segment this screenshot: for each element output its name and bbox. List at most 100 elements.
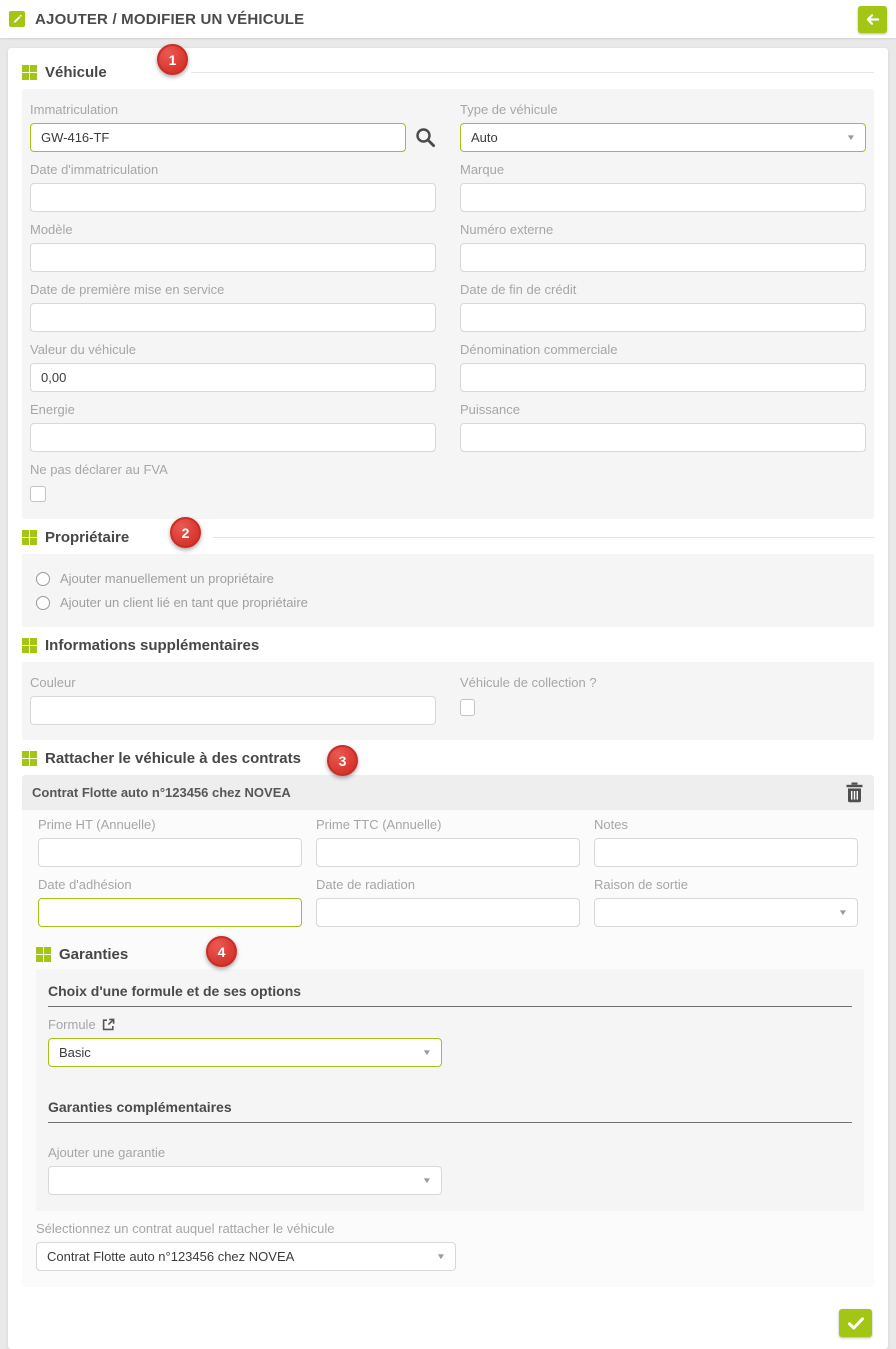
date-adhesion-label: Date d'adhésion: [38, 877, 302, 892]
puissance-input[interactable]: [460, 423, 866, 452]
energie-input[interactable]: [30, 423, 436, 452]
date-mise-en-service-input[interactable]: [30, 303, 436, 332]
chevron-down-icon: ▼: [838, 908, 848, 917]
energie-label: Energie: [30, 402, 436, 417]
vehicle-form-card: 1 Véhicule Immatriculation Type de: [8, 48, 888, 1349]
section-grid-icon: [22, 638, 37, 653]
radio-icon[interactable]: [36, 596, 50, 610]
section-garanties: 4 Garanties Choix d'une formule et de se…: [36, 936, 864, 1211]
chevron-down-icon: ▼: [846, 133, 856, 142]
notes-input[interactable]: [594, 838, 858, 867]
notes-label: Notes: [594, 817, 858, 832]
ajouter-garantie-label: Ajouter une garantie: [48, 1145, 852, 1160]
immatriculation-label: Immatriculation: [30, 102, 436, 117]
formule-label: Formule: [48, 1017, 96, 1032]
radio-option-manuel[interactable]: Ajouter manuellement un propriétaire: [36, 571, 866, 586]
valeur-vehicule-label: Valeur du véhicule: [30, 342, 436, 357]
radio-icon[interactable]: [36, 572, 50, 586]
contract-card: Contrat Flotte auto n°123456 chez NOVEA: [22, 775, 874, 1287]
section-title: Informations supplémentaires: [45, 637, 259, 654]
fva-checkbox-label: Ne pas déclarer au FVA: [30, 462, 866, 477]
denomination-commerciale-label: Dénomination commerciale: [460, 342, 866, 357]
denomination-commerciale-input[interactable]: [460, 363, 866, 392]
proprietaire-panel: Ajouter manuellement un propriétaire Ajo…: [22, 554, 874, 627]
section-grid-icon: [22, 530, 37, 545]
page-title: AJOUTER / MODIFIER UN VÉHICULE: [35, 11, 304, 28]
formule-value: Basic: [59, 1045, 91, 1060]
type-vehicule-label: Type de véhicule: [460, 102, 866, 117]
section-title: Rattacher le véhicule à des contrats: [45, 750, 301, 767]
section-divider: [213, 537, 874, 538]
section-grid-icon: [22, 751, 37, 766]
chevron-down-icon: ▼: [436, 1252, 446, 1261]
step-badge-1: 1: [157, 44, 188, 75]
date-radiation-label: Date de radiation: [316, 877, 580, 892]
section-infos-supplementaires: Informations supplémentaires Couleur Véh…: [22, 627, 874, 740]
garanties-panel: Choix d'une formule et de ses options Fo…: [36, 969, 864, 1211]
couleur-input[interactable]: [30, 696, 436, 725]
date-adhesion-input[interactable]: [38, 898, 302, 927]
prime-ttc-input[interactable]: [316, 838, 580, 867]
section-contrats: 3 Rattacher le véhicule à des contrats C…: [22, 740, 874, 1287]
fva-checkbox[interactable]: [30, 486, 46, 502]
section-title: Propriétaire: [45, 529, 129, 546]
section-grid-icon: [36, 947, 51, 962]
chevron-down-icon: ▼: [422, 1048, 432, 1057]
modele-input[interactable]: [30, 243, 436, 272]
back-button[interactable]: [858, 6, 887, 33]
edit-pencil-icon: [9, 11, 25, 27]
vehicule-collection-label: Véhicule de collection ?: [460, 675, 866, 690]
section-title: Véhicule: [45, 64, 107, 81]
prime-ht-input[interactable]: [38, 838, 302, 867]
infos-panel: Couleur Véhicule de collection ?: [22, 662, 874, 740]
date-fin-credit-label: Date de fin de crédit: [460, 282, 866, 297]
footer-actions: [22, 1309, 874, 1337]
chevron-down-icon: ▼: [422, 1176, 432, 1185]
type-vehicule-select[interactable]: Auto ▼: [460, 123, 866, 152]
section-proprietaire: 2 Propriétaire Ajouter manuellement un p…: [22, 519, 874, 627]
valeur-vehicule-input[interactable]: [30, 363, 436, 392]
external-link-icon[interactable]: [102, 1018, 115, 1031]
date-immatriculation-input[interactable]: [30, 183, 436, 212]
modele-label: Modèle: [30, 222, 436, 237]
marque-label: Marque: [460, 162, 866, 177]
ajouter-garantie-select[interactable]: ▼: [48, 1166, 442, 1195]
search-button[interactable]: [415, 127, 436, 148]
section-vehicule: 1 Véhicule Immatriculation Type de: [22, 54, 874, 519]
date-mise-en-service-label: Date de première mise en service: [30, 282, 436, 297]
delete-contract-button[interactable]: [845, 782, 864, 803]
garanties-complementaires-heading: Garanties complémentaires: [48, 1099, 852, 1123]
select-contract-label: Sélectionnez un contrat auquel rattacher…: [36, 1221, 864, 1236]
radio-label: Ajouter un client lié en tant que propri…: [60, 595, 308, 610]
immatriculation-input[interactable]: [30, 123, 406, 152]
date-immatriculation-label: Date d'immatriculation: [30, 162, 436, 177]
couleur-label: Couleur: [30, 675, 436, 690]
search-icon: [415, 127, 436, 148]
select-contract-select[interactable]: Contrat Flotte auto n°123456 chez NOVEA …: [36, 1242, 456, 1271]
step-badge-3: 3: [327, 745, 358, 776]
arrow-left-icon: [865, 13, 880, 26]
contract-title: Contrat Flotte auto n°123456 chez NOVEA: [32, 785, 291, 800]
type-vehicule-value: Auto: [471, 130, 498, 145]
prime-ttc-label: Prime TTC (Annuelle): [316, 817, 580, 832]
contract-selector-block: Sélectionnez un contrat auquel rattacher…: [32, 1221, 864, 1275]
radio-option-client-lie[interactable]: Ajouter un client lié en tant que propri…: [36, 595, 866, 610]
section-divider: [191, 72, 874, 73]
check-icon: [848, 1317, 864, 1330]
date-fin-credit-input[interactable]: [460, 303, 866, 332]
marque-input[interactable]: [460, 183, 866, 212]
formule-heading: Choix d'une formule et de ses options: [48, 983, 852, 1007]
contract-body: Prime HT (Annuelle) Prime TTC (Annuelle)…: [22, 810, 874, 1287]
numero-externe-input[interactable]: [460, 243, 866, 272]
trash-icon: [845, 782, 864, 803]
puissance-label: Puissance: [460, 402, 866, 417]
date-radiation-input[interactable]: [316, 898, 580, 927]
formule-select[interactable]: Basic ▼: [48, 1038, 442, 1067]
validate-button[interactable]: [839, 1309, 872, 1337]
section-title: Garanties: [59, 946, 128, 963]
step-badge-4: 4: [206, 936, 237, 967]
prime-ht-label: Prime HT (Annuelle): [38, 817, 302, 832]
section-grid-icon: [22, 65, 37, 80]
vehicule-collection-checkbox[interactable]: [460, 699, 475, 716]
raison-sortie-select[interactable]: ▼: [594, 898, 858, 927]
